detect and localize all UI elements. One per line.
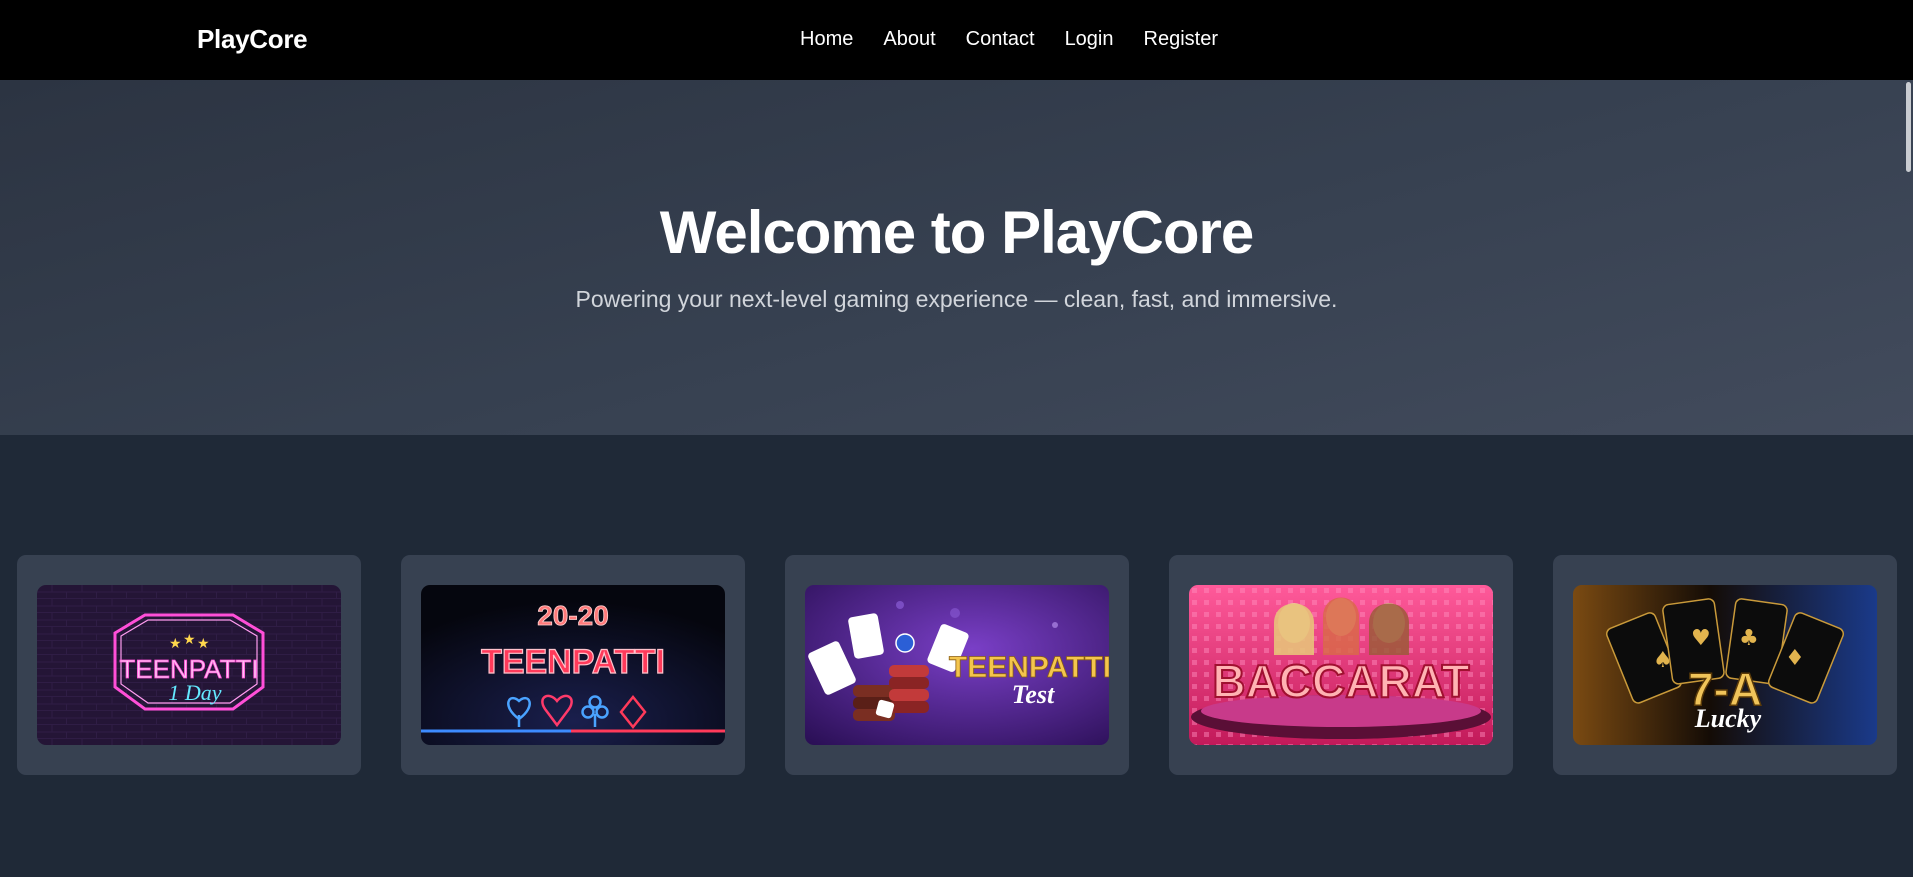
thumbnail-subtitle: Lucky bbox=[1694, 704, 1762, 733]
svg-text:★: ★ bbox=[183, 632, 196, 648]
game-card-20-20-teenpatti[interactable]: 20-20 TEENPATTI bbox=[401, 555, 745, 775]
page-scrollbar-thumb[interactable] bbox=[1906, 82, 1911, 172]
fanned-cards-icon: ♠ ♥ ♣ ♦ 7-A Lucky bbox=[1573, 585, 1877, 745]
chips-and-cards-icon: TEENPATTI Test bbox=[805, 585, 1109, 745]
svg-text:♣: ♣ bbox=[1739, 626, 1759, 651]
nav-link-home[interactable]: Home bbox=[800, 28, 853, 51]
games-section: ★ ★ ★ TEENPATTI 1 Day 20-20 TEENPATTI TE… bbox=[0, 435, 1913, 877]
nav-link-register[interactable]: Register bbox=[1144, 28, 1218, 51]
nav-links: Home About Contact Login Register bbox=[800, 28, 1218, 51]
svg-text:★: ★ bbox=[197, 636, 210, 652]
hero-section: Welcome to PlayCore Powering your next-l… bbox=[0, 80, 1913, 435]
game-thumbnail: TEENPATTI Test bbox=[805, 585, 1109, 745]
game-thumbnail: ★ ★ ★ TEENPATTI 1 Day bbox=[37, 585, 341, 745]
baccarat-table-icon: BACCARAT bbox=[1189, 585, 1493, 745]
nav-link-contact[interactable]: Contact bbox=[966, 28, 1035, 51]
game-card-7-a-lucky[interactable]: ♠ ♥ ♣ ♦ 7-A Lucky bbox=[1553, 555, 1897, 775]
game-card-baccarat[interactable]: BACCARAT bbox=[1169, 555, 1513, 775]
thumbnail-title: BACCARAT bbox=[1212, 655, 1469, 707]
brand-logo[interactable]: PlayCore bbox=[197, 24, 308, 55]
game-thumbnail: 20-20 TEENPATTI bbox=[421, 585, 725, 745]
nav-link-login[interactable]: Login bbox=[1065, 28, 1114, 51]
hero-title: Welcome to PlayCore bbox=[659, 199, 1254, 266]
navbar: PlayCore Home About Contact Login Regist… bbox=[0, 0, 1913, 80]
svg-text:★: ★ bbox=[169, 636, 182, 652]
game-thumbnail: BACCARAT bbox=[1189, 585, 1493, 745]
thumbnail-title: 20-20 bbox=[537, 600, 609, 631]
svg-text:♦: ♦ bbox=[1785, 646, 1805, 671]
hero-subtitle: Powering your next-level gaming experien… bbox=[575, 286, 1338, 312]
thumbnail-subtitle: TEENPATTI bbox=[481, 643, 665, 681]
thumbnail-subtitle: 1 Day bbox=[168, 680, 221, 705]
card-suits-icon: 20-20 TEENPATTI bbox=[421, 585, 725, 745]
svg-text:♠: ♠ bbox=[1653, 648, 1673, 673]
thumbnail-subtitle: Test bbox=[1012, 680, 1055, 709]
game-card-teenpatti-1-day[interactable]: ★ ★ ★ TEENPATTI 1 Day bbox=[17, 555, 361, 775]
neon-hexagon-sign-icon: ★ ★ ★ TEENPATTI 1 Day bbox=[37, 585, 341, 745]
svg-text:♥: ♥ bbox=[1691, 626, 1711, 651]
nav-link-about[interactable]: About bbox=[883, 28, 935, 51]
game-thumbnail: ♠ ♥ ♣ ♦ 7-A Lucky bbox=[1573, 585, 1877, 745]
game-card-teenpatti-test[interactable]: TEENPATTI Test bbox=[785, 555, 1129, 775]
